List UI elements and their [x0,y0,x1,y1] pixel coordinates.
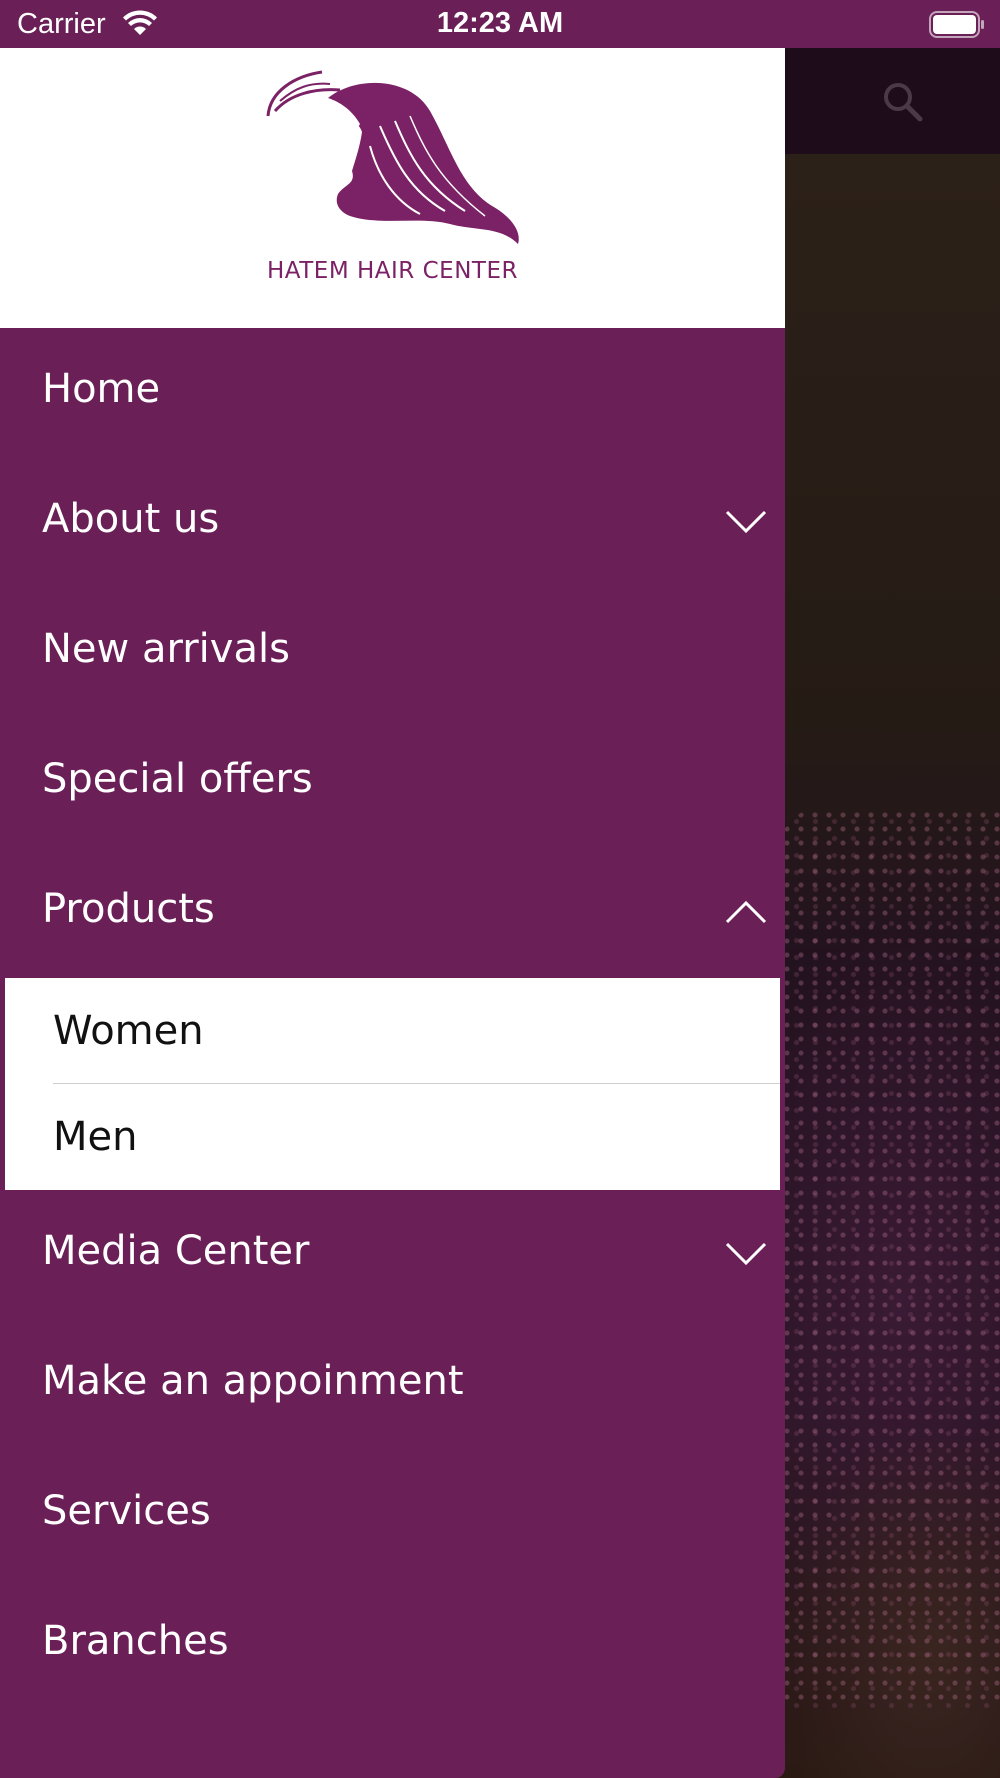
menu-item-branches[interactable]: Branches [0,1580,785,1710]
menu-item-label: Services [42,1488,211,1534]
status-time: 12:23 AM [436,7,564,39]
status-bar: Carrier 12:23 AM [0,0,1000,48]
logo-text: HATEM HAIR CENTER [267,258,518,284]
menu-item-label: About us [42,496,220,542]
submenu-item-label: Women [53,1008,204,1054]
menu-item-make-appointment[interactable]: Make an appoinment [0,1320,785,1450]
side-drawer: HATEM HAIR CENTER Home About us New arri… [0,48,785,1778]
menu-item-label: New arrivals [42,626,290,672]
submenu-item-label: Men [53,1114,138,1160]
battery-icon [929,11,984,38]
chevron-up-icon [725,900,767,924]
menu-item-label: Products [42,886,215,932]
menu-item-media-center[interactable]: Media Center [0,1190,785,1320]
menu-item-services[interactable]: Services [0,1450,785,1580]
search-icon [884,83,923,122]
menu-item-about-us[interactable]: About us [0,458,785,588]
chevron-down-icon [725,1242,767,1266]
chevron-down-icon [725,510,767,534]
drawer-header: HATEM HAIR CENTER [0,48,785,328]
menu-item-home[interactable]: Home [0,328,785,458]
background-dress-texture [780,808,1000,1708]
menu-item-new-arrivals[interactable]: New arrivals [0,588,785,718]
menu-item-label: Media Center [42,1228,310,1274]
menu-item-label: Branches [42,1618,229,1664]
submenu-item-women[interactable]: Women [5,978,780,1084]
menu-item-special-offers[interactable]: Special offers [0,718,785,848]
menu-item-label: Home [42,366,161,412]
submenu-item-men[interactable]: Men [5,1084,780,1190]
drawer-menu: Home About us New arrivals Special offer… [0,328,785,1710]
menu-item-label: Special offers [42,756,313,802]
menu-item-label: Make an appoinment [42,1358,464,1404]
products-submenu: Women Men [5,978,780,1190]
menu-item-products[interactable]: Products [0,848,785,978]
logo-icon [266,70,519,245]
